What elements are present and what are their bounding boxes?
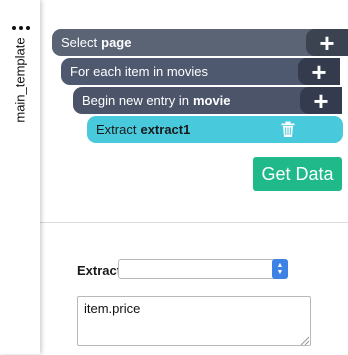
trash-icon[interactable] (281, 121, 295, 138)
command-label: Begin new entry in movie (82, 93, 231, 108)
command-label: For each item in movies (70, 64, 208, 79)
select-arrows-icon[interactable]: ▲ ▼ (272, 259, 288, 279)
extract-label: Extract (77, 263, 122, 278)
command-label: Extract extract1 (96, 122, 191, 137)
command-select-page[interactable]: Select page + (52, 29, 348, 56)
add-command-plus-icon[interactable]: + (306, 29, 348, 56)
command-begin-new-entry[interactable]: Begin new entry in movie + (73, 87, 342, 114)
add-command-plus-icon[interactable]: + (300, 87, 342, 114)
add-command-plus-icon[interactable]: + (298, 58, 340, 85)
more-options-icon[interactable] (12, 26, 30, 30)
extract-expression-input[interactable]: item.price (77, 296, 311, 346)
resize-handle-icon[interactable] (300, 336, 309, 345)
template-tab-label: main_template (12, 37, 28, 123)
command-extract[interactable]: Extract extract1 (87, 116, 343, 143)
template-tab[interactable]: main_template (0, 0, 40, 354)
command-for-each[interactable]: For each item in movies + (61, 58, 340, 85)
command-label: Select page (61, 35, 132, 50)
get-data-button[interactable]: Get Data (253, 157, 342, 191)
extract-select[interactable]: ▲ ▼ (118, 259, 288, 279)
